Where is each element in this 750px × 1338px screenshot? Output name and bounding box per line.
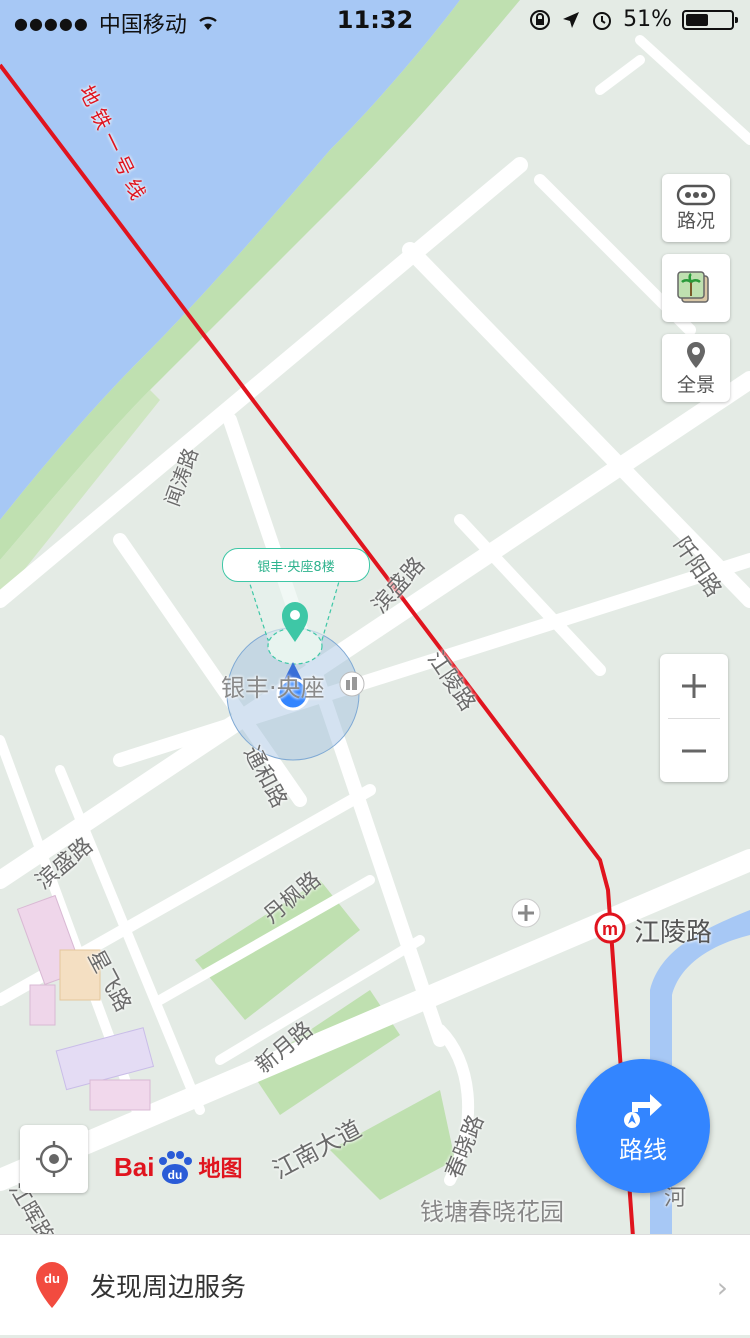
logo-bai: Bai xyxy=(114,1151,155,1182)
svg-text:m: m xyxy=(602,919,618,939)
layers-button[interactable] xyxy=(662,254,730,322)
traffic-icon xyxy=(676,184,716,205)
route-label: 路线 xyxy=(619,1135,667,1164)
battery-icon xyxy=(682,9,738,30)
baidu-map-logo: Bai du 地图 xyxy=(114,1144,242,1190)
poi-label-building: 银丰·央座 xyxy=(221,674,325,702)
plus-icon xyxy=(682,674,706,698)
alarm-icon xyxy=(593,11,612,30)
panorama-pin-icon xyxy=(687,341,705,368)
minus-icon xyxy=(682,749,706,753)
discover-pin-icon: du xyxy=(36,1262,68,1308)
route-button[interactable]: 路线 xyxy=(576,1059,710,1193)
metro-station-label: 江陵路 xyxy=(634,918,713,948)
route-arrow-icon xyxy=(624,1093,662,1128)
locate-crosshair-icon xyxy=(36,1141,72,1177)
traffic-button[interactable]: 路况 xyxy=(662,174,730,242)
poi-callout[interactable]: 银丰·央座8楼 xyxy=(222,548,370,582)
map-layers-icon xyxy=(677,271,709,303)
rotation-lock-icon xyxy=(530,9,551,30)
battery-fill xyxy=(686,13,708,26)
baidu-paw-icon: du xyxy=(159,1151,193,1184)
metro-station-icon: m xyxy=(594,912,626,944)
zoom-out-button[interactable] xyxy=(660,719,728,783)
zoom-control xyxy=(660,654,728,782)
traffic-label: 路况 xyxy=(676,209,715,232)
panorama-label: 全景 xyxy=(676,373,715,396)
battery-percent: 51% xyxy=(623,7,672,32)
svg-text:du: du xyxy=(44,1271,60,1286)
locate-button[interactable] xyxy=(20,1125,88,1193)
poi-label-garden: 钱塘春晓花园 xyxy=(420,1198,564,1226)
zoom-in-button[interactable] xyxy=(660,654,728,718)
logo-du: du xyxy=(168,1168,183,1182)
status-bar: ●●●●● 中国移动 11:32 51% xyxy=(0,0,750,40)
location-arrow-icon xyxy=(563,11,580,28)
discover-nearby-bar[interactable]: du 发现周边服务 › xyxy=(0,1234,750,1335)
chevron-right-icon: › xyxy=(716,1271,728,1304)
discover-text: 发现周边服务 xyxy=(90,1272,247,1303)
panorama-button[interactable]: 全景 xyxy=(662,334,730,402)
logo-map-text: 地图 xyxy=(198,1156,243,1181)
